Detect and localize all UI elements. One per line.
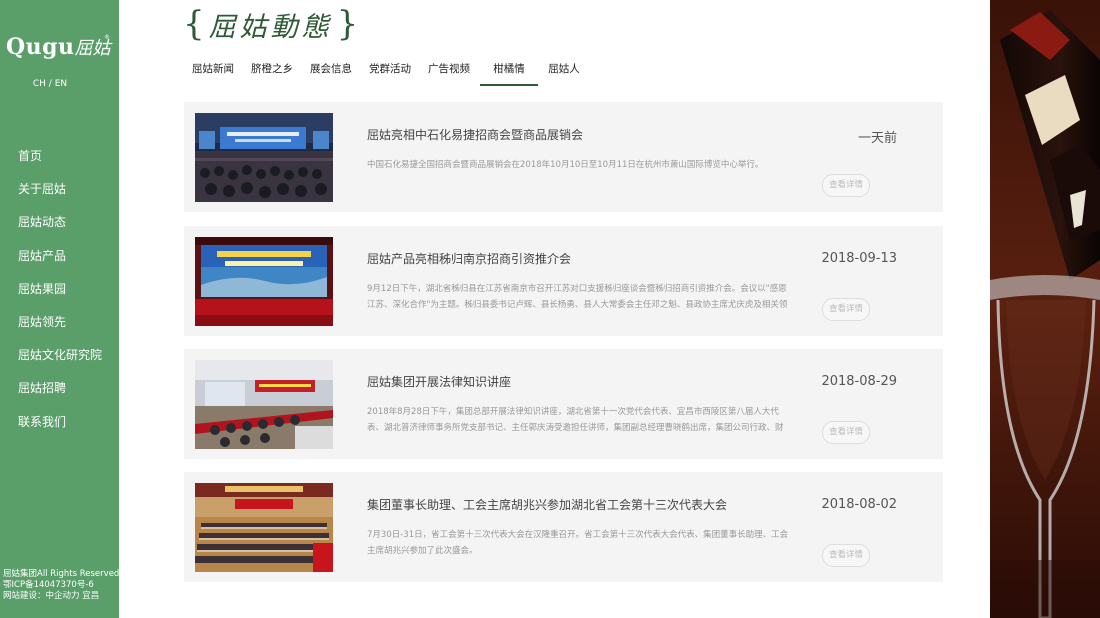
tab-citrus-love[interactable]: 柑橘情 <box>480 55 538 86</box>
news-item[interactable]: 屈姑产品亮相秭归南京招商引资推介会 2018-09-13 9月12日下午，湖北省… <box>184 226 943 336</box>
tab-qugu-news[interactable]: 屈姑新闻 <box>184 55 242 84</box>
nav-item-leading[interactable]: 屈姑领先 <box>18 313 102 346</box>
news-summary: 中国石化易捷全国招商会暨商品展销会在2018年10月10日至10月11日在杭州市… <box>367 160 764 170</box>
footer: 屈姑集团All Rights Reserved. 鄂ICP备14047370号-… <box>3 569 122 602</box>
news-thumbnail[interactable] <box>195 113 333 202</box>
logo-cn: 屈姑 <box>74 38 111 59</box>
news-date: 2018-09-13 <box>821 251 897 266</box>
news-summary: 9月12日下午，湖北省秭归县在江苏省南京市召开江苏对口支援秭归座谈会暨秭归招商引… <box>367 284 788 310</box>
page-title: { 屈姑動態 } <box>183 4 359 44</box>
tab-party-activities[interactable]: 党群活动 <box>361 55 419 84</box>
view-details-button[interactable]: 查看详情 <box>822 298 870 321</box>
news-item[interactable]: 屈姑亮相中石化易捷招商会暨商品展销会 一天前 中国石化易捷全国招商会暨商品展销会… <box>184 102 943 212</box>
news-date: 2018-08-29 <box>821 374 897 389</box>
wine-bottle-photo <box>990 0 1100 618</box>
nav-item-orchard[interactable]: 屈姑果园 <box>18 280 102 313</box>
tab-exhibition-info[interactable]: 展会信息 <box>302 55 360 84</box>
wine-glass-image <box>990 0 1100 618</box>
news-thumbnail[interactable] <box>195 483 333 572</box>
nav-item-careers[interactable]: 屈姑招聘 <box>18 379 102 412</box>
news-summary: 2018年8月28日下午，集团总部开展法律知识讲座，湖北省第十一次党代会代表、宜… <box>367 407 784 433</box>
footer-icp[interactable]: 鄂ICP备14047370号-6 <box>3 580 122 591</box>
logo-text: Qugu <box>6 34 75 60</box>
tab-qugu-people[interactable]: 屈姑人 <box>535 55 593 84</box>
congress-hall-photo <box>195 483 333 572</box>
news-date: 2018-08-02 <box>821 497 897 512</box>
news-item[interactable]: 集团董事长助理、工会主席胡兆兴参加湖北省工会第十三次代表大会 2018-08-0… <box>184 472 943 582</box>
news-title[interactable]: 集团董事长助理、工会主席胡兆兴参加湖北省工会第十三次代表大会 <box>367 496 727 513</box>
news-title[interactable]: 屈姑集团开展法律知识讲座 <box>367 373 511 390</box>
nav-item-about[interactable]: 关于屈姑 <box>18 180 102 213</box>
news-thumbnail[interactable] <box>195 237 333 326</box>
news-title[interactable]: 屈姑亮相中石化易捷招商会暨商品展销会 <box>367 126 583 143</box>
nav-item-news[interactable]: 屈姑动态 <box>18 213 102 246</box>
brace-left: { <box>183 4 205 44</box>
footer-copyright: 屈姑集团All Rights Reserved. <box>3 569 123 579</box>
nav-item-contact[interactable]: 联系我们 <box>18 413 102 446</box>
news-title[interactable]: 屈姑产品亮相秭归南京招商引资推介会 <box>367 250 571 267</box>
footer-builder: 网站建设：中企动力 宜昌 <box>3 591 100 601</box>
nav-item-culture-institute[interactable]: 屈姑文化研究院 <box>18 346 102 379</box>
conference-stage-photo <box>195 237 333 326</box>
view-details-button[interactable]: 查看详情 <box>822 174 870 197</box>
nav-item-products[interactable]: 屈姑产品 <box>18 247 102 280</box>
news-item[interactable]: 屈姑集团开展法律知识讲座 2018-08-29 2018年8月28日下午，集团总… <box>184 349 943 459</box>
lang-ch-link[interactable]: CH <box>33 79 46 89</box>
nav-item-home[interactable]: 首页 <box>18 147 102 180</box>
logo[interactable]: Qugu屈姑 ® <box>6 34 114 70</box>
news-summary: 7月30日-31日，省工会第十三次代表大会在汉隆重召开。省工会第十三次代表大会代… <box>367 530 789 556</box>
news-thumbnail[interactable] <box>195 360 333 449</box>
main-nav: 首页 关于屈姑 屈姑动态 屈姑产品 屈姑果园 屈姑领先 屈姑文化研究院 屈姑招聘… <box>18 147 102 446</box>
lang-separator: / <box>45 79 55 89</box>
tab-navel-orange-hometown[interactable]: 脐橙之乡 <box>244 55 300 84</box>
lecture-room-photo <box>195 360 333 449</box>
lang-en-link[interactable]: EN <box>55 79 67 89</box>
tab-ad-videos[interactable]: 广告视频 <box>420 55 478 84</box>
language-switch: CH / EN <box>0 79 100 89</box>
view-details-button[interactable]: 查看详情 <box>822 421 870 444</box>
expo-hall-photo <box>195 113 333 202</box>
view-details-button[interactable]: 查看详情 <box>822 544 870 567</box>
registered-mark: ® <box>104 34 110 41</box>
news-date: 一天前 <box>857 131 897 146</box>
brace-right: } <box>336 4 359 44</box>
page-title-text: 屈姑動態 <box>208 11 333 43</box>
sidebar: Qugu屈姑 ® CH / EN 首页 关于屈姑 屈姑动态 屈姑产品 屈姑果园 … <box>0 0 122 618</box>
